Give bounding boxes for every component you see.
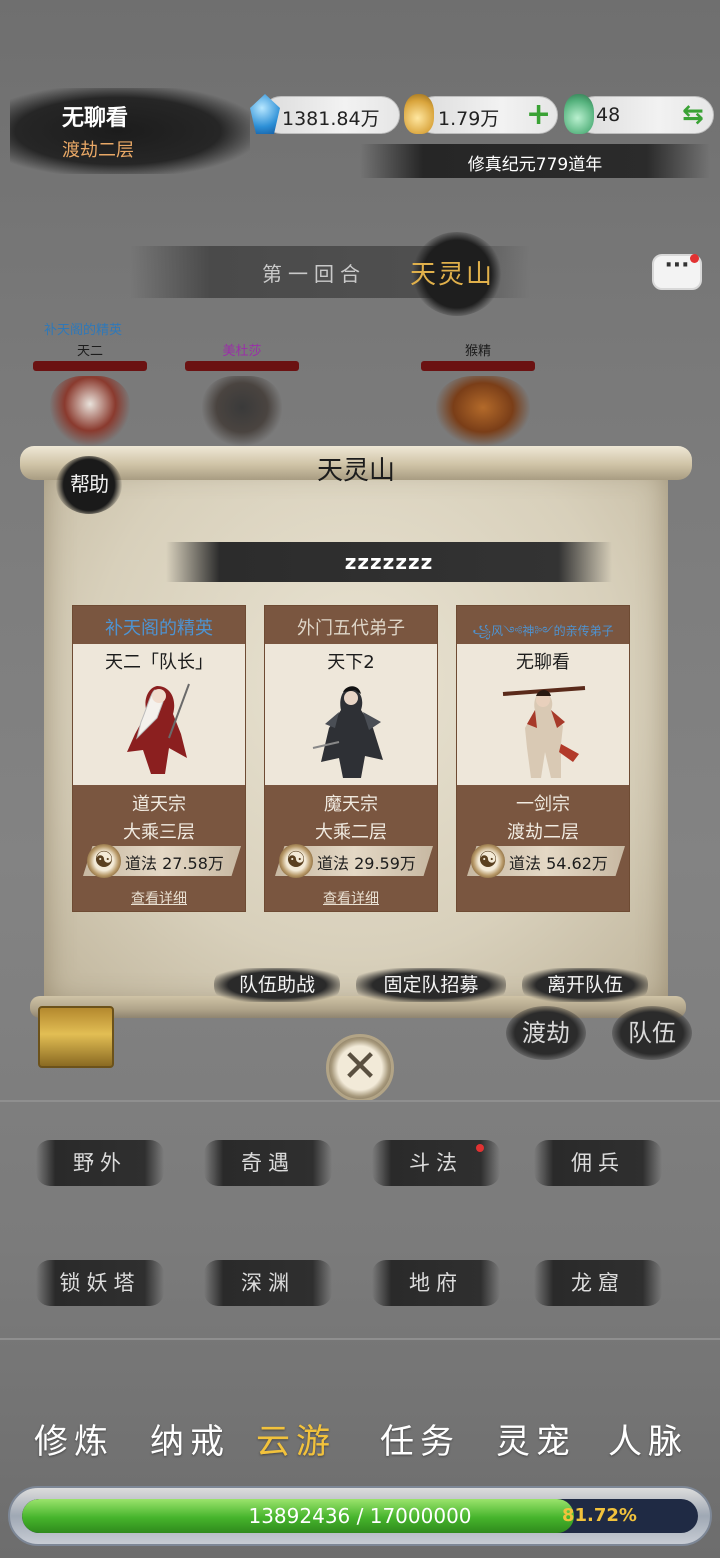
divider [0,1100,720,1102]
location-label: 天灵山 [410,260,495,290]
activity-encounter-button[interactable]: 奇遇 [204,1140,332,1186]
unit-name: 天二 [76,344,103,359]
era-text: 修真纪元779道年 [467,155,603,175]
team-assist-button[interactable]: 队伍助战 [214,968,340,1002]
unit-sect: 补天阁的精英 [44,323,123,338]
spirit-stone-amount: 1381.84万 [282,108,380,130]
member-level: 大乘二层 [315,822,387,843]
activity-underworld-button[interactable]: 地府 [372,1260,500,1306]
leave-team-button[interactable]: 离开队伍 [522,968,648,1002]
jade-bag-icon [564,94,594,134]
activity-mercenary-button[interactable]: 佣兵 [534,1140,662,1186]
dialog-title: 天灵山 [316,456,395,486]
swap-icon[interactable]: ⇆ [682,101,704,129]
member-portrait [312,686,383,778]
notification-dot [690,254,699,263]
nav-quests[interactable]: 任务 [380,1414,460,1463]
activity-dragon-cave-button[interactable]: 龙窟 [534,1260,662,1306]
treasure-chest-icon[interactable] [38,1006,114,1068]
gold-amount: 1.79万 [438,108,500,130]
plus-icon[interactable]: + [526,100,551,130]
member-level: 渡劫二层 [507,822,579,843]
member-power: 道法 27.58万 [125,854,224,873]
tribulation-button[interactable]: 渡劫 [506,1006,586,1060]
exp-percent: 81.72% [562,1505,637,1526]
close-icon[interactable]: ✕ [326,1034,394,1102]
member-power: 道法 29.59万 [317,854,416,873]
help-button[interactable]: 帮助 [56,456,122,514]
round-label: 第一回合 [262,262,366,286]
team-name: zzzzzzz [344,550,434,574]
member-sect: 外门五代弟子 [297,618,405,639]
hp-bar [185,361,299,371]
member-card[interactable]: ꧁风༺神༻的亲传弟子 无聊看 一剑宗 渡劫二层 ☯ 道法 54.62万 [456,605,630,912]
member-name: 天二「队长」 [105,652,213,673]
view-details-link[interactable]: 查看详细 [265,888,437,908]
member-card[interactable]: 外门五代弟子 天下2 魔天宗 大乘二层 ☯ 道法 29.59万 查看详细 [264,605,438,912]
nav-wander[interactable]: 云游 [256,1414,336,1463]
unit-figure[interactable] [50,376,130,446]
unit-name: 美杜莎 [222,344,262,359]
activity-demon-tower-button[interactable]: 锁妖塔 [36,1260,164,1306]
member-school: 道天宗 [132,794,186,815]
member-portrait [127,683,190,774]
fixed-team-recruit-button[interactable]: 固定队招募 [356,968,506,1002]
nav-storage-ring[interactable]: 纳戒 [150,1414,230,1463]
member-level: 大乘三层 [123,822,195,843]
player-realm: 渡劫二层 [62,140,134,161]
yin-yang-icon: ☯ [87,844,121,878]
activity-wild-button[interactable]: 野外 [36,1140,164,1186]
unit-figure[interactable] [202,376,282,446]
unit-name: 猴精 [464,344,491,359]
nav-pets[interactable]: 灵宠 [496,1414,576,1463]
member-power: 道法 54.62万 [509,854,608,873]
member-name: 无聊看 [516,652,570,673]
player-name: 无聊看 [62,106,129,131]
view-details-link[interactable]: 查看详细 [73,888,245,908]
activity-abyss-button[interactable]: 深渊 [204,1260,332,1306]
yin-yang-icon: ☯ [279,844,313,878]
yin-yang-icon: ☯ [471,844,505,878]
divider [0,1338,720,1340]
unit-figure[interactable] [436,376,530,446]
member-sect: ꧁风༺神༻的亲传弟子 [472,624,614,638]
nav-cultivate[interactable]: 修炼 [34,1414,114,1463]
hp-bar [33,361,147,371]
jade-amount: 48 [596,104,621,126]
notification-dot [476,1144,484,1152]
nav-contacts[interactable]: 人脉 [608,1414,688,1463]
hp-bar [421,361,535,371]
member-school: 一剑宗 [516,794,570,815]
member-portrait [502,686,586,778]
member-name: 天下2 [327,652,375,673]
team-button[interactable]: 队伍 [612,1006,692,1060]
member-card[interactable]: 补天阁的精英 天二「队长」 道天宗 大乘三层 ☯ 道法 27.58万 查看详细 [72,605,246,912]
member-sect: 补天阁的精英 [105,618,213,639]
member-school: 魔天宗 [324,794,378,815]
gold-bag-icon [404,94,434,134]
